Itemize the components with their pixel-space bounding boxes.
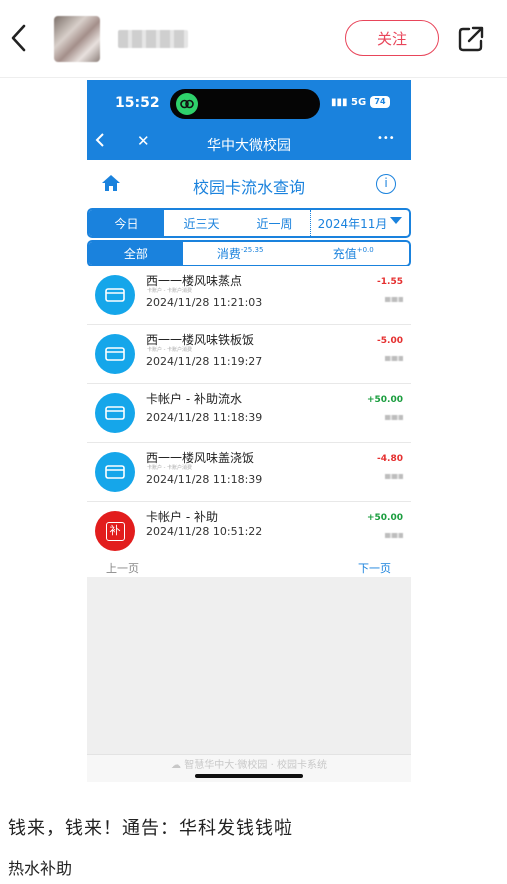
avatar[interactable]	[54, 16, 100, 62]
webview-navbar: ✕ 华中大微校园 •••	[87, 126, 411, 160]
page-header: 校园卡流水查询 i	[87, 160, 411, 208]
footer-text: 智慧华中大·微校园 · 校园卡系统	[184, 760, 327, 771]
amount: +50.00	[366, 395, 403, 405]
timestamp: 2024/11/28 11:18:39	[146, 411, 263, 424]
battery-icon: 74	[370, 96, 390, 108]
page-title: 校园卡流水查询	[192, 178, 305, 197]
tab-three-days[interactable]: 近三天	[164, 210, 239, 236]
account-type: 卡账户 - 卡账户消费	[147, 465, 192, 471]
list-item[interactable]: 卡帐户 - 补助流水 2024/11/28 11:18:39 +50.00	[87, 384, 411, 443]
phone-status-bar: 15:52 ▮▮▮ 5G 74	[87, 80, 411, 126]
link-icon	[176, 93, 198, 115]
signal-bars-icon: ▮▮▮	[331, 97, 348, 108]
nav-title: 华中大微校园	[207, 138, 291, 154]
list-item[interactable]: 西一一楼风味蒸点 卡账户 - 卡账户消费 2024/11/28 11:21:03…	[87, 266, 411, 325]
topup-label: 充值	[332, 247, 357, 261]
username-blurred[interactable]	[118, 30, 188, 48]
follow-button[interactable]: 关注	[345, 20, 439, 56]
tab-week[interactable]: 近一周	[239, 210, 311, 236]
filter-tabs: 今日 近三天 近一周 2024年11月 全部 消费 -25.35 充值 +0.0	[87, 208, 411, 268]
timestamp: 2024/11/28 10:51:22	[146, 525, 263, 538]
card-icon	[95, 393, 135, 433]
timestamp: 2024/11/28 11:21:03	[146, 296, 263, 309]
cloud-icon: ☁	[171, 760, 182, 771]
share-external-icon[interactable]	[456, 24, 486, 54]
amount: -5.00	[377, 336, 403, 346]
tab-all[interactable]: 全部	[89, 242, 183, 265]
list-item[interactable]: 西一一楼风味铁板饭 卡账户 - 卡账户消费 2024/11/28 11:19:2…	[87, 325, 411, 384]
tab-today[interactable]: 今日	[89, 210, 164, 236]
home-indicator	[195, 774, 303, 778]
signal-indicator: ▮▮▮ 5G	[331, 97, 366, 108]
transaction-list: 西一一楼风味蒸点 卡账户 - 卡账户消费 2024/11/28 11:21:03…	[87, 266, 411, 561]
subsidy-badge: 补	[105, 521, 125, 541]
info-icon[interactable]: i	[376, 174, 396, 194]
pagination: 上一页 下一页	[87, 558, 411, 577]
chevron-left-icon[interactable]	[6, 20, 32, 56]
phone-screenshot: 15:52 ▮▮▮ 5G 74 ✕ 华中大微校园 ••• 校园卡流水查询 i 今…	[87, 80, 411, 782]
spend-sum: -25.35	[240, 245, 264, 254]
balance-redacted	[385, 415, 403, 420]
prev-page-link[interactable]: 上一页	[106, 560, 139, 576]
balance-redacted	[385, 474, 403, 479]
balance-redacted	[385, 533, 403, 538]
subsidy-icon: 补	[95, 511, 135, 551]
timestamp: 2024/11/28 11:19:27	[146, 355, 263, 368]
card-icon	[95, 452, 135, 492]
card-icon	[95, 275, 135, 315]
merchant-name: 卡帐户 - 补助	[146, 510, 218, 524]
account-type: 卡账户 - 卡账户消费	[147, 288, 192, 294]
type-tabs: 全部 消费 -25.35 充值 +0.0	[87, 240, 411, 267]
timestamp: 2024/11/28 11:18:39	[146, 473, 263, 486]
period-tabs: 今日 近三天 近一周 2024年11月	[87, 208, 411, 238]
amount: -1.55	[377, 277, 403, 287]
status-time: 15:52	[115, 95, 160, 111]
list-item[interactable]: 补 卡帐户 - 补助 2024/11/28 10:51:22 +50.00	[87, 502, 411, 561]
post-header: 关注	[0, 0, 507, 78]
dropdown-triangle-icon	[390, 216, 403, 224]
post-subcaption: 热水补助	[8, 859, 73, 878]
card-icon	[95, 334, 135, 374]
topup-sum: +0.0	[356, 245, 374, 254]
account-type: 卡账户 - 卡账户消费	[147, 347, 192, 353]
more-icon[interactable]: •••	[377, 133, 395, 144]
post-caption: 钱来，钱来！通告：华科发钱钱啦	[8, 818, 293, 839]
spend-label: 消费	[216, 247, 241, 261]
signal-label: 5G	[351, 97, 367, 108]
tab-topup[interactable]: 充值 +0.0	[297, 242, 409, 265]
month-label: 2024年11月	[317, 216, 388, 231]
balance-redacted	[385, 297, 403, 302]
next-page-link[interactable]: 下一页	[358, 560, 391, 576]
list-item[interactable]: 西一一楼风味盖浇饭 卡账户 - 卡账户消费 2024/11/28 11:18:3…	[87, 443, 411, 502]
amount: -4.80	[377, 454, 403, 464]
tab-month[interactable]: 2024年11月	[311, 210, 409, 236]
merchant-name: 卡帐户 - 补助流水	[146, 392, 242, 406]
balance-redacted	[385, 356, 403, 361]
tab-spend[interactable]: 消费 -25.35	[183, 242, 298, 265]
amount: +50.00	[366, 513, 403, 523]
dynamic-island	[170, 89, 320, 119]
